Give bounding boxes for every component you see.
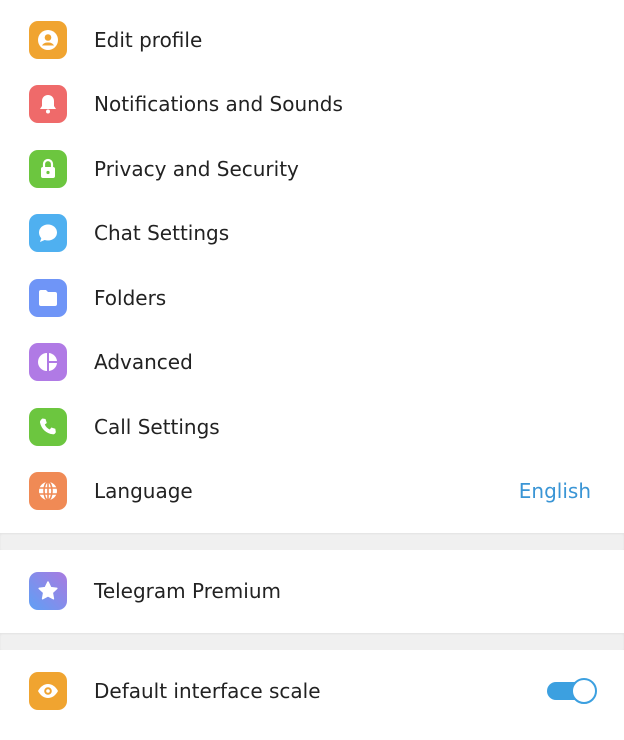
menu-item-label: Notifications and Sounds (94, 92, 343, 116)
menu-item-default-interface-scale[interactable]: Default interface scale (0, 659, 624, 723)
menu-item-language[interactable]: Language English (0, 459, 624, 523)
menu-item-telegram-premium[interactable]: Telegram Premium (0, 559, 624, 623)
profile-icon (29, 21, 67, 59)
menu-item-label: Edit profile (94, 28, 203, 52)
menu-item-label: Chat Settings (94, 221, 230, 245)
menu-item-notifications[interactable]: Notifications and Sounds (0, 72, 624, 136)
menu-item-chat-settings[interactable]: Chat Settings (0, 201, 624, 265)
menu-item-privacy[interactable]: Privacy and Security (0, 137, 624, 201)
menu-item-edit-profile[interactable]: Edit profile (0, 8, 624, 72)
eye-icon (29, 672, 67, 710)
folder-icon (29, 279, 67, 317)
settings-menu: Edit profile Notifications and Sounds Pr… (0, 0, 624, 533)
phone-icon (29, 408, 67, 446)
menu-item-label: Language (94, 479, 193, 503)
menu-item-label: Folders (94, 286, 167, 310)
menu-item-advanced[interactable]: Advanced (0, 330, 624, 394)
scale-toggle[interactable] (547, 678, 597, 704)
menu-item-folders[interactable]: Folders (0, 266, 624, 330)
chat-bubble-icon (29, 214, 67, 252)
menu-item-label: Advanced (94, 350, 193, 374)
globe-icon (29, 472, 67, 510)
premium-section: Telegram Premium (0, 550, 624, 633)
menu-item-label: Privacy and Security (94, 157, 299, 181)
section-divider (0, 633, 624, 650)
menu-item-call-settings[interactable]: Call Settings (0, 395, 624, 459)
menu-item-label: Call Settings (94, 415, 220, 439)
section-divider (0, 533, 624, 550)
scale-section: Default interface scale (0, 650, 624, 740)
toggle-knob (571, 678, 597, 704)
bell-icon (29, 85, 67, 123)
lock-icon (29, 150, 67, 188)
star-icon (29, 572, 67, 610)
menu-item-label: Telegram Premium (94, 579, 281, 603)
menu-item-label: Default interface scale (94, 679, 321, 703)
pie-chart-icon (29, 343, 67, 381)
language-value[interactable]: English (519, 479, 591, 503)
